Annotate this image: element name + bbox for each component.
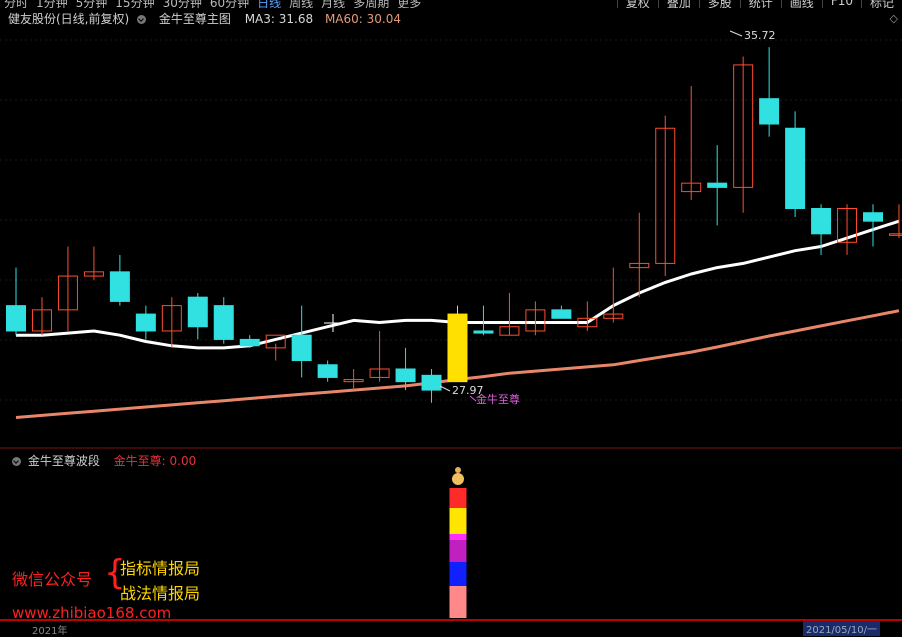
candle-body [812,208,831,233]
candle-body [760,99,779,124]
candle-body [786,128,805,208]
candle-body [889,234,902,236]
candles [7,47,902,403]
candle-body [188,297,207,327]
axis-date-right: 2021/05/10/一 [803,621,880,636]
candle-body [240,339,259,345]
kline-chart[interactable]: 35.72 27.97 金牛至尊 [0,0,902,630]
signal-bar-segment [449,488,466,508]
candle-body [708,183,727,187]
candle-body [7,306,26,331]
wechat-label: 微信公众号 [12,566,92,590]
signal-bar-stack [449,467,466,618]
candle-body [396,369,415,382]
high-marker [730,31,742,36]
money-bag-knot-icon [455,467,461,473]
candle-body [136,314,155,331]
signal-bar-segment [449,534,466,540]
candle-body [110,272,129,302]
candle-body [864,213,883,221]
high-price-label: 35.72 [744,29,776,42]
promo-line-1: 指标情报局 [120,555,200,579]
promo-line-2: 战法情报局 [120,580,200,604]
candle-body [474,331,493,333]
candle-body [448,314,467,382]
candle-body [318,365,337,378]
candle-body [214,306,233,340]
signal-label: 金牛至尊 [476,392,520,406]
signal-bar-segment [449,586,466,618]
candle-body [292,335,311,360]
date-axis: 2021年 2021/05/10/一 [0,619,902,632]
signal-bar-segment [449,562,466,586]
candle-body [422,375,441,390]
cursor-crosshair-icon [324,314,342,332]
signal-bar-segment [449,540,466,562]
signal-bar-segment [449,508,466,534]
money-bag-icon [452,473,464,485]
candle-body [552,310,571,318]
